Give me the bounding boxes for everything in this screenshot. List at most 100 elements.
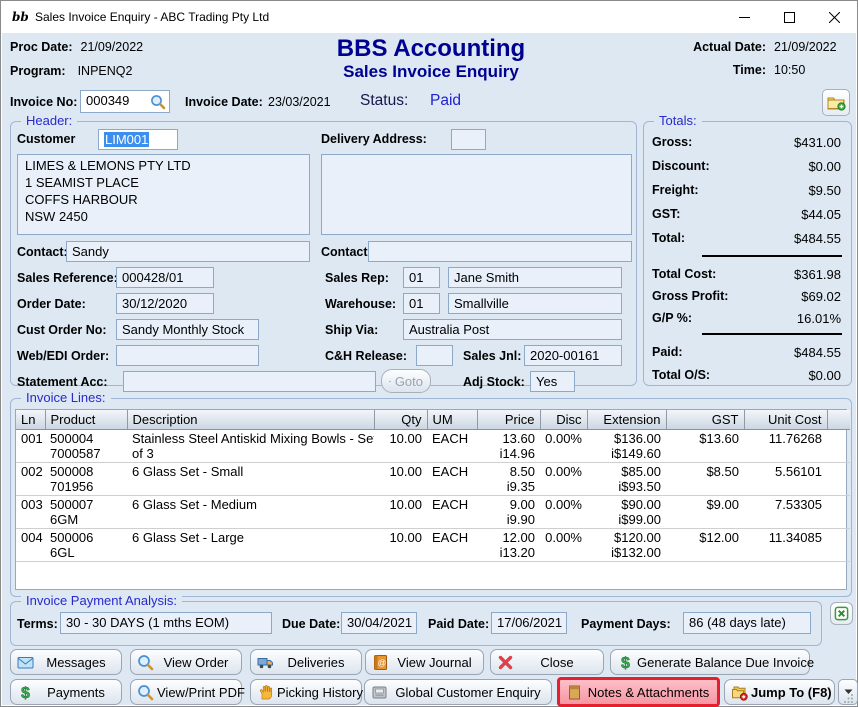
program-label: Program: (10, 64, 66, 78)
statement-acc-field[interactable] (123, 371, 376, 392)
table-row[interactable]: 0015000047000587Stainless Steel Antiskid… (16, 430, 850, 463)
customer-address-box[interactable]: LIMES & LEMONS PTY LTD 1 SEAMIST PLACE C… (17, 154, 310, 235)
web-edi-field[interactable] (116, 345, 259, 366)
paid-date-field[interactable]: 17/06/2021 (491, 612, 567, 634)
note-icon (566, 684, 583, 701)
gp-percent-label: G/P %: (652, 311, 692, 327)
invoice-lines-table: LnProductDescriptionQtyUMPriceDiscExtens… (16, 410, 850, 596)
ship-via-field[interactable]: Australia Post (403, 319, 622, 340)
messages-button[interactable]: Messages (10, 649, 122, 675)
svg-text:$: $ (21, 685, 30, 701)
totals-divider-2 (702, 333, 842, 335)
notes-attachments-label: Notes & Attachments (586, 685, 711, 700)
cell: 7.53305 (744, 496, 827, 529)
column-header-gst[interactable]: GST (666, 410, 744, 430)
sales-rep-code-field[interactable]: 01 (403, 267, 440, 288)
adj-stock-label: Adj Stock: (463, 375, 525, 389)
contact-field[interactable]: Sandy (66, 241, 310, 262)
discount-label: Discount: (652, 159, 710, 175)
column-header-description[interactable]: Description (127, 410, 374, 430)
invoice-no-input[interactable]: 000349 (80, 90, 170, 113)
view-journal-button[interactable]: @ View Journal (365, 649, 484, 675)
deliveries-label: Deliveries (277, 655, 355, 670)
cell: $90.00i$99.00 (587, 496, 666, 529)
search-icon[interactable] (150, 94, 166, 110)
total-label: Total: (652, 231, 685, 247)
svg-text:$: $ (621, 655, 630, 671)
program-row: Program: INPENQ2 (10, 64, 132, 78)
gst-label: GST: (652, 207, 680, 223)
minimize-button[interactable] (722, 1, 767, 33)
column-header-extension[interactable]: Extension (587, 410, 666, 430)
status-badge: Paid (430, 92, 461, 110)
column-header-disc[interactable]: Disc (540, 410, 587, 430)
cust-order-no-field[interactable]: Sandy Monthly Stock (116, 319, 259, 340)
column-header-qty[interactable]: Qty (374, 410, 427, 430)
ch-release-field[interactable] (416, 345, 453, 366)
column-header-unit-cost[interactable]: Unit Cost (744, 410, 827, 430)
payment-days-field[interactable]: 86 (48 days late) (683, 612, 811, 634)
attachments-folder-button[interactable] (822, 89, 850, 116)
actual-date-label: Actual Date: (693, 40, 766, 54)
warehouse-code-field[interactable]: 01 (403, 293, 440, 314)
resize-grip[interactable] (844, 693, 854, 703)
payments-button[interactable]: $ Payments (10, 679, 122, 705)
adj-stock-value: Yes (536, 374, 557, 389)
warehouse-name-field[interactable]: Smallville (448, 293, 622, 314)
app-icon[interactable]: bb (10, 8, 28, 26)
close-window-button[interactable] (812, 1, 857, 33)
picking-history-button[interactable]: Picking History (250, 679, 362, 705)
gp-percent-value: 16.01% (797, 311, 841, 327)
table-row[interactable]: 0035000076GM6 Glass Set - Medium10.00EAC… (16, 496, 850, 529)
cell: 0.00% (540, 430, 587, 463)
contact-label: Contact: (17, 245, 68, 259)
sales-jnl-field[interactable]: 2020-00161 (524, 345, 622, 366)
jump-to-button[interactable]: Jump To (F8) (724, 679, 835, 705)
cell: 5000076GM (45, 496, 127, 529)
customer-address-value: LIMES & LEMONS PTY LTD 1 SEAMIST PLACE C… (25, 158, 191, 224)
cell: 0.00% (540, 496, 587, 529)
payment-analysis-group-title: Invoice Payment Analysis: (21, 593, 182, 608)
adj-stock-field[interactable]: Yes (530, 371, 575, 392)
invoice-lines-group: Invoice Lines: LnProductDescriptionQtyUM… (10, 398, 852, 597)
global-customer-enquiry-button[interactable]: Global Customer Enquiry (364, 679, 552, 705)
due-date-field[interactable]: 30/04/2021 (341, 612, 417, 634)
deliveries-button[interactable]: Deliveries (250, 649, 362, 675)
export-excel-button[interactable] (830, 602, 853, 625)
truck-icon (257, 654, 274, 671)
svg-text:bb: bb (12, 10, 28, 24)
column-header-price[interactable]: Price (477, 410, 540, 430)
delivery-address-code-field[interactable] (451, 129, 486, 150)
folders-icon (731, 684, 748, 701)
magnifier-icon (137, 654, 154, 671)
goto-arrow-icon (389, 375, 391, 388)
generate-balance-due-invoice-button[interactable]: $ Generate Balance Due Invoice (610, 649, 810, 675)
payment-days-label: Payment Days: (581, 617, 671, 631)
invoice-lines-grid: LnProductDescriptionQtyUMPriceDiscExtens… (15, 409, 847, 590)
close-button[interactable]: Close (490, 649, 604, 675)
notes-attachments-button[interactable]: Notes & Attachments (557, 677, 720, 707)
cell: $12.00 (666, 529, 744, 562)
column-header-um[interactable]: UM (427, 410, 477, 430)
column-header-product[interactable]: Product (45, 410, 127, 430)
delivery-contact-field[interactable] (368, 241, 632, 262)
column-header-ln[interactable]: Ln (16, 410, 45, 430)
sales-rep-name-field[interactable]: Jane Smith (448, 267, 622, 288)
view-print-pdf-button[interactable]: View/Print PDF (130, 679, 242, 705)
total-cost-value: $361.98 (794, 267, 841, 283)
order-date-field[interactable]: 30/12/2020 (116, 293, 214, 314)
gross-value: $431.00 (794, 135, 841, 151)
customer-code-field[interactable]: LIM001 (98, 129, 178, 150)
header-group: Header: Customer LIM001 Delivery Address… (10, 121, 637, 386)
terms-field[interactable]: 30 - 30 DAYS (1 mths EOM) (60, 612, 272, 634)
table-row[interactable]: 0025000087019566 Glass Set - Small10.00E… (16, 463, 850, 496)
delivery-address-box[interactable] (321, 154, 632, 235)
sales-reference-field[interactable]: 000428/01 (116, 267, 214, 288)
maximize-button[interactable] (767, 1, 812, 33)
cell: EACH (427, 430, 477, 463)
table-row[interactable]: 0045000066GL6 Glass Set - Large10.00EACH… (16, 529, 850, 562)
cell: 003 (16, 496, 45, 529)
goto-button[interactable]: Goto (381, 369, 431, 393)
view-order-button[interactable]: View Order (130, 649, 242, 675)
warehouse-name-value: Smallville (454, 296, 509, 311)
